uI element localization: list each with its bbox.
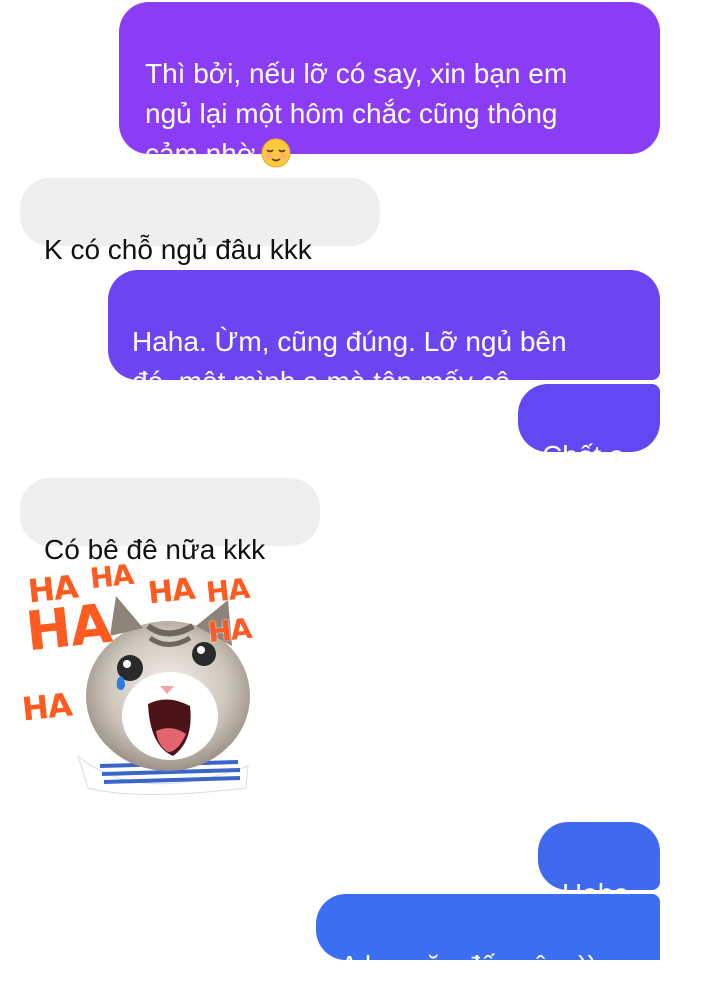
laughing-cat-sticker-icon[interactable]: HA HA HA HA HA HA HA xyxy=(18,558,258,801)
chat-thread: Thì bởi, nếu lỡ có say, xin bạn em ngủ l… xyxy=(0,0,706,981)
message-bubble-incoming[interactable]: K có chỗ ngủ đâu kkk xyxy=(20,178,380,265)
message-bubble-outgoing[interactable]: Thì bởi, nếu lỡ có say, xin bạn em ngủ l… xyxy=(119,2,660,169)
relieved-face-icon xyxy=(261,138,291,168)
message-text: Haha. Ừm, cũng đúng. Lỡ ngủ bên đó, một … xyxy=(132,326,567,397)
message-bubble-outgoing[interactable]: A ko mặn đến vậy :)) xyxy=(316,894,660,981)
message-bubble-outgoing[interactable]: Chết a xyxy=(518,384,660,471)
message-bubble-outgoing[interactable]: Haha xyxy=(538,822,660,909)
sticker-ha-label: HA xyxy=(22,591,115,664)
sticker-ha-label: HA xyxy=(206,611,253,650)
message-text: K có chỗ ngủ đâu kkk xyxy=(44,234,312,265)
sticker-ha-label: HA xyxy=(20,685,74,729)
message-text: Thì bởi, nếu lỡ có say, xin bạn em ngủ l… xyxy=(145,58,568,169)
sticker-ha-label: HA xyxy=(146,571,197,612)
message-text: Chết a xyxy=(542,440,625,471)
message-text: A ko mặn đến vậy :)) xyxy=(340,950,597,981)
message-bubble-incoming[interactable]: Có bê đê nữa kkk xyxy=(20,478,320,565)
sticker-ha-label: HA xyxy=(204,571,251,610)
sticker-ha-label: HA xyxy=(88,557,135,596)
message-bubble-outgoing[interactable]: Haha. Ừm, cũng đúng. Lỡ ngủ bên đó, một … xyxy=(108,270,660,397)
message-text: Có bê đê nữa kkk xyxy=(44,534,266,565)
